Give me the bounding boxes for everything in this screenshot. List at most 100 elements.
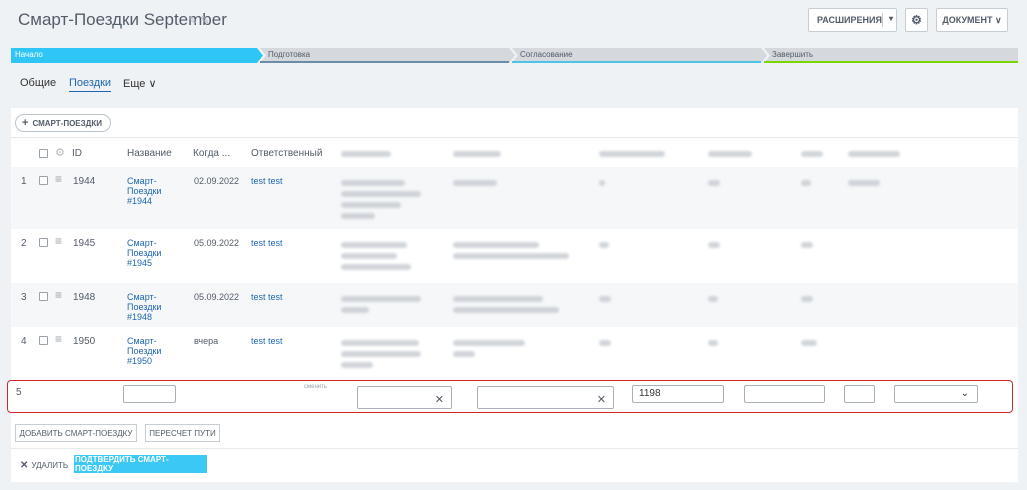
blurred-cell: [341, 340, 419, 346]
row-responsible-link[interactable]: test test: [251, 238, 283, 248]
extensions-label: РАСШИРЕНИЯ: [817, 15, 882, 25]
stage-preparation[interactable]: Подготовка: [264, 48, 310, 63]
blurred-cell: [708, 180, 720, 186]
change-link[interactable]: сменить: [304, 384, 327, 390]
pencil-icon[interactable]: ✎ ✎: [188, 14, 210, 27]
add-smart-trips-button[interactable]: + СМАРТ-ПОЕЗДКИ: [15, 114, 111, 132]
blurred-cell: [341, 213, 375, 219]
name-input[interactable]: [123, 385, 176, 403]
blurred-cell: [341, 296, 421, 302]
delete-button[interactable]: ✕ УДАЛИТЬ: [20, 460, 68, 471]
column-header: [801, 151, 823, 157]
row-name-line: #1950: [127, 356, 153, 366]
row-name-link[interactable]: Смарт- Поездки #1944: [127, 176, 161, 206]
blurred-cell: [341, 202, 401, 208]
tab-more[interactable]: Еще ∨: [123, 77, 157, 90]
row-name-link[interactable]: Смарт- Поездки #1950: [127, 336, 161, 366]
address-input[interactable]: ✕: [477, 386, 614, 409]
row-responsible-link[interactable]: test test: [251, 292, 283, 302]
confirm-smart-trip-button[interactable]: ПОДТВЕРДИТЬ СМАРТ-ПОЕЗДКУ: [74, 455, 207, 473]
extensions-button[interactable]: РАСШИРЕНИЯ ▾: [808, 8, 897, 32]
table-row[interactable]: 3 ≡ 1948 Смарт- Поездки #1948 05.09.2022…: [11, 283, 1018, 327]
type-select[interactable]: ⌄: [894, 385, 978, 403]
amount-input[interactable]: [744, 385, 825, 403]
row-when: 02.09.2022: [194, 176, 240, 186]
gear-icon[interactable]: ⚙: [55, 146, 65, 159]
row-checkbox[interactable]: [39, 292, 48, 301]
row-checkbox[interactable]: [39, 336, 48, 345]
row-id: 1945: [73, 238, 96, 249]
blurred-cell: [599, 340, 611, 346]
stage-start[interactable]: Начало: [11, 48, 43, 63]
tab-general[interactable]: Общие: [20, 77, 56, 89]
blurred-cell: [599, 180, 605, 186]
row-name-line: Поездки: [127, 346, 162, 356]
plus-icon: +: [22, 117, 29, 129]
stage-shape-start[interactable]: [11, 48, 263, 63]
row-when: 05.09.2022: [194, 238, 240, 248]
column-responsible[interactable]: Ответственный: [251, 148, 322, 159]
blurred-cell: [453, 296, 543, 302]
blurred-cell: [801, 180, 811, 186]
drag-handle-icon[interactable]: ≡: [55, 172, 62, 186]
document-button[interactable]: ДОКУМЕНТ ∨: [936, 8, 1008, 32]
row-checkbox[interactable]: [39, 238, 48, 247]
row-name-line: Смарт-: [127, 336, 157, 346]
row-responsible-link[interactable]: test test: [251, 336, 283, 346]
small-input[interactable]: [844, 385, 875, 403]
column-name[interactable]: Название: [127, 148, 172, 159]
row-responsible-link[interactable]: test test: [251, 176, 283, 186]
row-name-line: Поездки: [127, 248, 162, 258]
select-all-checkbox[interactable]: [39, 149, 48, 158]
blurred-cell: [341, 264, 411, 270]
distance-input[interactable]: 1198: [632, 385, 724, 403]
stage-approval[interactable]: Согласование: [516, 48, 573, 63]
blurred-cell: [708, 242, 720, 248]
blurred-cell: [801, 296, 813, 302]
table-header: ⚙ ID Название Когда ... Ответственный: [11, 138, 1018, 166]
page-header: Смарт-Поездки September ✎ ✎ РАСШИРЕНИЯ ▾…: [0, 0, 1027, 40]
divider: [11, 448, 1018, 449]
table-row[interactable]: 4 ≡ 1950 Смарт- Поездки #1950 вчера test…: [11, 327, 1018, 379]
row-name-line: #1945: [127, 258, 153, 268]
settings-button[interactable]: ⚙: [905, 8, 928, 32]
row-name-line: #1944: [127, 196, 153, 206]
chevron-down-icon[interactable]: ▾: [889, 14, 893, 23]
stage-finish[interactable]: Завершить: [768, 48, 813, 63]
blurred-cell: [453, 253, 569, 259]
blurred-cell: [341, 242, 407, 248]
blurred-cell: [453, 351, 475, 357]
table-row[interactable]: 1 ≡ 1944 Смарт- Поездки #1944 02.09.2022…: [11, 166, 1018, 229]
column-id[interactable]: ID: [72, 148, 82, 159]
row-name-link[interactable]: Смарт- Поездки #1948: [127, 292, 161, 322]
table-row[interactable]: 2 ≡ 1945 Смарт- Поездки #1945 05.09.2022…: [11, 229, 1018, 283]
blurred-cell: [453, 180, 497, 186]
location-input[interactable]: ✕: [357, 386, 452, 409]
blurred-cell: [341, 253, 397, 259]
drag-handle-icon[interactable]: ≡: [55, 332, 62, 346]
tab-trips[interactable]: Поездки: [69, 77, 112, 92]
row-when: вчера: [194, 336, 219, 346]
row-name-line: Поездки: [127, 302, 162, 312]
drag-handle-icon[interactable]: ≡: [55, 288, 62, 302]
row-number: 2: [21, 238, 27, 249]
divider: [882, 13, 883, 27]
recalculate-route-label: ПЕРЕСЧЕТ ПУТИ: [149, 428, 216, 438]
recalculate-route-button[interactable]: ПЕРЕСЧЕТ ПУТИ: [145, 424, 220, 442]
blurred-cell: [453, 242, 539, 248]
close-icon[interactable]: ✕: [597, 392, 606, 408]
blurred-cell: [708, 296, 718, 302]
row-name-line: Смарт-: [127, 292, 157, 302]
chevron-down-icon: ⌄: [960, 388, 969, 399]
row-id: 1950: [73, 336, 96, 347]
document-label: ДОКУМЕНТ ∨: [942, 14, 1002, 25]
drag-handle-icon[interactable]: ≡: [55, 234, 62, 248]
close-icon[interactable]: ✕: [435, 392, 444, 408]
add-smart-trip-button[interactable]: ДОБАВИТЬ СМАРТ-ПОЕЗДКУ: [15, 424, 137, 442]
close-icon: ✕: [20, 460, 29, 471]
row-number: 4: [21, 336, 27, 347]
column-when[interactable]: Когда ...: [193, 148, 230, 159]
row-name-line: Смарт-: [127, 176, 157, 186]
row-checkbox[interactable]: [39, 176, 48, 185]
row-name-link[interactable]: Смарт- Поездки #1945: [127, 238, 161, 268]
